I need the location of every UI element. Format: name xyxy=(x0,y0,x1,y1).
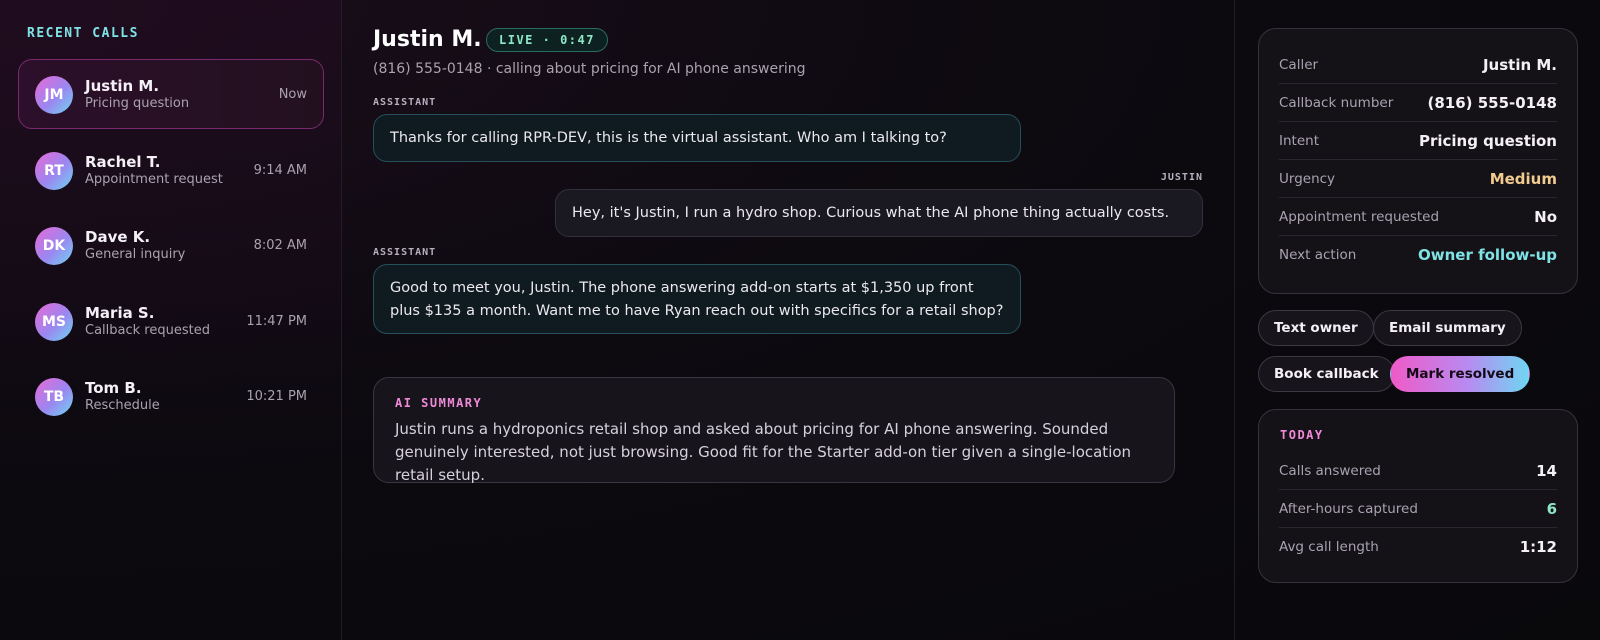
stat-row-after-hours: After-hours captured 6 xyxy=(1279,490,1557,528)
book-callback-button[interactable]: Book callback xyxy=(1258,356,1395,392)
page-title: Justin M. xyxy=(373,27,482,52)
call-time: 8:02 AM xyxy=(253,238,307,253)
live-status-badge: LIVE · 0:47 xyxy=(486,28,608,52)
summary-text: Justin runs a hydroponics retail shop an… xyxy=(395,420,1132,484)
call-time: Now xyxy=(278,87,307,102)
detail-key: Urgency xyxy=(1279,171,1336,187)
call-item-maria[interactable]: MS Maria S. Callback requested 11:47 PM xyxy=(18,286,324,356)
today-stats-card: TODAY Calls answered 14 After-hours capt… xyxy=(1258,409,1578,583)
avatar: MS xyxy=(35,302,73,341)
call-subtitle: Reschedule xyxy=(85,398,160,413)
detail-key: Caller xyxy=(1279,57,1319,73)
call-item-justin[interactable]: JM Justin M. Pricing question Now xyxy=(18,59,324,129)
call-time: 9:14 AM xyxy=(253,162,307,178)
detail-value: No xyxy=(1534,208,1557,226)
detail-value: Justin M. xyxy=(1482,56,1557,74)
call-item-rachel[interactable]: RT Rachel T. Appointment request 9:14 AM xyxy=(18,135,324,205)
call-subtitle: Callback requested xyxy=(85,322,210,338)
message-label: JUSTIN xyxy=(1160,172,1203,183)
stat-row-avg-length: Avg call length 1:12 xyxy=(1279,528,1557,566)
detail-row-intent: Intent Pricing question xyxy=(1279,122,1557,160)
call-name: Maria S. xyxy=(85,303,155,322)
detail-value: Medium xyxy=(1489,170,1557,188)
text-owner-button[interactable]: Text owner xyxy=(1258,310,1374,346)
call-transcript-panel: Justin M. LIVE · 0:47 (816) 555-0148 · c… xyxy=(342,0,1234,640)
recent-calls-sidebar: RECENT CALLS JM Justin M. Pricing questi… xyxy=(0,0,342,640)
stat-row-calls-answered: Calls answered 14 xyxy=(1279,452,1557,490)
user-message: Hey, it's Justin, I run a hydro shop. Cu… xyxy=(555,189,1203,237)
call-details-card: Caller Justin M. Callback number (816) 5… xyxy=(1258,28,1578,294)
call-list: JM Justin M. Pricing question Now RT Rac… xyxy=(18,59,324,437)
avatar: TB xyxy=(35,378,73,416)
call-name: Tom B. xyxy=(85,379,142,397)
caller-subtitle: (816) 555-0148 · calling about pricing f… xyxy=(373,61,806,77)
call-item-dave[interactable]: DK Dave K. General inquiry 8:02 AM xyxy=(18,210,324,280)
call-name: Justin M. xyxy=(85,77,160,95)
call-item-tom[interactable]: TB Tom B. Reschedule 10:21 PM xyxy=(18,361,324,431)
detail-key: Appointment requested xyxy=(1279,209,1440,225)
detail-key: Callback number xyxy=(1279,95,1394,111)
stat-value: 14 xyxy=(1536,462,1557,480)
stat-key: After-hours captured xyxy=(1279,501,1418,517)
detail-key: Intent xyxy=(1279,133,1319,149)
call-details-panel: Caller Justin M. Callback number (816) 5… xyxy=(1234,0,1600,640)
stat-value: 1:12 xyxy=(1519,538,1557,556)
detail-row-next-action: Next action Owner follow-up xyxy=(1279,236,1557,274)
detail-row-callback-number: Callback number (816) 555-0148 xyxy=(1279,84,1557,122)
avatar: RT xyxy=(35,151,73,190)
summary-title: AI SUMMARY xyxy=(395,396,483,410)
message-label: ASSISTANT xyxy=(373,97,437,108)
call-time: 11:47 PM xyxy=(246,313,307,329)
detail-value: Owner follow-up xyxy=(1418,246,1557,264)
stat-key: Avg call length xyxy=(1279,539,1379,555)
detail-value: (816) 555-0148 xyxy=(1427,94,1557,112)
call-subtitle: Appointment request xyxy=(85,171,223,187)
assistant-message: Good to meet you, Justin. The phone answ… xyxy=(373,264,1021,334)
detail-row-urgency: Urgency Medium xyxy=(1279,160,1557,198)
avatar: JM xyxy=(35,76,73,114)
mark-resolved-button[interactable]: Mark resolved xyxy=(1390,356,1531,392)
today-title: TODAY xyxy=(1280,428,1324,442)
call-time: 10:21 PM xyxy=(246,389,307,404)
stat-key: Calls answered xyxy=(1279,463,1381,479)
detail-value: Pricing question xyxy=(1418,132,1557,150)
email-summary-button[interactable]: Email summary xyxy=(1373,310,1522,346)
detail-row-appointment: Appointment requested No xyxy=(1279,198,1557,236)
call-name: Rachel T. xyxy=(85,152,161,171)
stat-value: 6 xyxy=(1546,500,1557,518)
detail-row-caller: Caller Justin M. xyxy=(1279,46,1557,84)
detail-key: Next action xyxy=(1279,247,1357,263)
sidebar-title: RECENT CALLS xyxy=(27,26,139,41)
call-subtitle: General inquiry xyxy=(85,247,186,262)
message-label: ASSISTANT xyxy=(373,247,437,258)
call-name: Dave K. xyxy=(85,228,151,246)
call-subtitle: Pricing question xyxy=(85,96,190,111)
assistant-message: Thanks for calling RPR-DEV, this is the … xyxy=(373,114,1021,162)
ai-summary-card: AI SUMMARY Justin runs a hydroponics ret… xyxy=(373,377,1175,484)
avatar: DK xyxy=(35,227,73,265)
